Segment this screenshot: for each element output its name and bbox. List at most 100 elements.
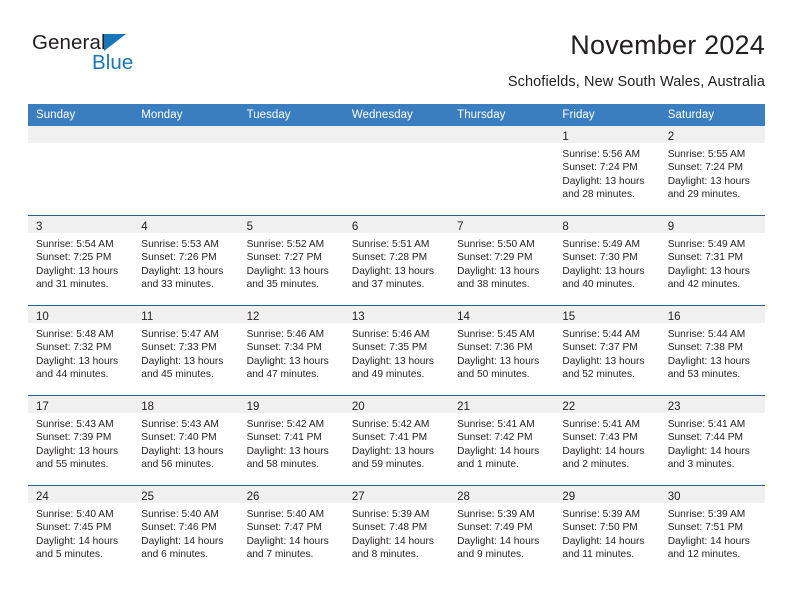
sunrise-text: Sunrise: 5:40 AM [246, 509, 325, 520]
daylight-text-line2: and 5 minutes. [36, 549, 103, 561]
daylight-text-line2: and 31 minutes. [36, 279, 109, 291]
daylight-text-line2: and 3 minutes. [667, 459, 735, 471]
calendar-week-row: 10 Sunrise: 5:48 AM Sunset: 7:32 PM Dayligh… [28, 305, 765, 396]
weekday-header-saturday: Saturday [659, 104, 765, 126]
calendar-day-cell[interactable]: 2 Sunrise: 5:55 AM Sunset: 7:24 PM Daylight… [659, 126, 765, 216]
calendar-day-cell[interactable]: 10 Sunrise: 5:48 AM Sunset: 7:32 PM Dayligh… [28, 305, 134, 396]
calendar-day-cell[interactable]: 14 Sunrise: 5:45 AM Sunset: 7:36 PM Dayligh… [449, 305, 555, 396]
calendar-day-cell[interactable]: 27 Sunrise: 5:39 AM Sunset: 7:48 PM Dayligh… [343, 485, 450, 575]
day-details: Sunrise: 5:53 AM Sunset: 7:26 PM Daylight:… [133, 233, 238, 292]
day-number: 18 [141, 401, 155, 413]
calendar-day-cell[interactable]: 29 Sunrise: 5:39 AM Sunset: 7:50 PM Dayligh… [554, 485, 660, 575]
sunset-text: Sunset: 7:24 PM [562, 162, 638, 174]
calendar-day-cell[interactable]: 26 Sunrise: 5:40 AM Sunset: 7:47 PM Dayligh… [238, 485, 344, 575]
sunrise-text: Sunrise: 5:39 AM [667, 509, 746, 520]
daylight-text-line2: and 33 minutes. [141, 279, 214, 291]
calendar-day-cell[interactable]: 23 Sunrise: 5:41 AM Sunset: 7:44 PM Dayligh… [659, 395, 765, 486]
calendar-day-cell[interactable]: 19 Sunrise: 5:42 AM Sunset: 7:41 PM Dayligh… [238, 395, 344, 486]
calendar-day-cell[interactable]: 6 Sunrise: 5:51 AM Sunset: 7:28 PM Daylight… [343, 215, 450, 306]
sunrise-text: Sunrise: 5:46 AM [351, 329, 430, 340]
day-details: Sunrise: 5:39 AM Sunset: 7:50 PM Daylight:… [554, 503, 659, 562]
calendar-day-cell[interactable]: 12 Sunrise: 5:46 AM Sunset: 7:34 PM Dayligh… [238, 305, 344, 396]
calendar-day-cell[interactable]: 13 Sunrise: 5:46 AM Sunset: 7:35 PM Dayligh… [343, 305, 450, 396]
calendar-day-cell[interactable]: 22 Sunrise: 5:41 AM Sunset: 7:43 PM Dayligh… [554, 395, 660, 486]
calendar-week-row: 3 Sunrise: 5:54 AM Sunset: 7:25 PM Daylight… [28, 215, 765, 306]
day-number: 28 [457, 491, 470, 503]
sunrise-text: Sunrise: 5:40 AM [141, 509, 219, 520]
day-number-band: 8 [554, 216, 660, 233]
calendar-day-cell[interactable]: 4 Sunrise: 5:53 AM Sunset: 7:26 PM Daylight… [133, 215, 239, 306]
calendar-day-cell[interactable]: 30 Sunrise: 5:39 AM Sunset: 7:51 PM Dayligh… [659, 485, 765, 575]
sunrise-text: Sunrise: 5:52 AM [246, 239, 325, 250]
calendar-day-cell[interactable]: 16 Sunrise: 5:44 AM Sunset: 7:38 PM Dayligh… [659, 305, 765, 396]
sunset-text: Sunset: 7:47 PM [246, 522, 322, 534]
calendar-day-cell[interactable]: 18 Sunrise: 5:43 AM Sunset: 7:40 PM Dayligh… [133, 395, 239, 486]
daylight-text-line1: Daylight: 13 hours [141, 355, 224, 367]
sunrise-text: Sunrise: 5:39 AM [457, 509, 535, 520]
day-number: 24 [36, 491, 49, 503]
calendar-day-cell[interactable]: 1 Sunrise: 5:56 AM Sunset: 7:24 PM Daylight… [554, 126, 660, 216]
sunrise-text: Sunrise: 5:40 AM [36, 509, 114, 520]
calendar-day-cell[interactable]: 17 Sunrise: 5:43 AM Sunset: 7:39 PM Dayligh… [28, 395, 134, 486]
calendar-day-cell[interactable]: 15 Sunrise: 5:44 AM Sunset: 7:37 PM Dayligh… [554, 305, 660, 396]
sunset-text: Sunset: 7:35 PM [351, 342, 428, 354]
daylight-text-line1: Daylight: 14 hours [36, 535, 119, 547]
day-number-band: 23 [659, 396, 765, 413]
day-number: 6 [351, 221, 359, 233]
day-number: 16 [667, 311, 681, 323]
sunset-text: Sunset: 7:34 PM [246, 342, 322, 354]
calendar-day-cell[interactable]: 11 Sunrise: 5:47 AM Sunset: 7:33 PM Dayligh… [133, 305, 239, 396]
daylight-text-line1: Daylight: 13 hours [351, 265, 434, 277]
day-number-band: 10 [28, 306, 134, 323]
daylight-text-line2: and 2 minutes. [562, 459, 630, 471]
daylight-text-line1: Daylight: 13 hours [246, 445, 329, 457]
day-number-band: 7 [449, 216, 555, 233]
weekday-header-friday: Friday [554, 104, 660, 126]
daylight-text-line1: Daylight: 13 hours [457, 355, 540, 367]
day-details [239, 143, 344, 148]
calendar-day-cell[interactable]: 9 Sunrise: 5:49 AM Sunset: 7:31 PM Daylight… [659, 215, 765, 306]
day-number-band: 25 [133, 486, 239, 503]
sunset-text: Sunset: 7:24 PM [667, 162, 744, 174]
calendar-table: Sunday Monday Tuesday Wednesday Thursday… [28, 104, 765, 575]
calendar-day-cell[interactable]: 21 Sunrise: 5:41 AM Sunset: 7:42 PM Dayligh… [449, 395, 555, 486]
daylight-text-line1: Daylight: 13 hours [667, 265, 750, 277]
sunset-text: Sunset: 7:29 PM [457, 252, 533, 264]
calendar-day-cell[interactable]: 28 Sunrise: 5:39 AM Sunset: 7:49 PM Dayligh… [449, 485, 555, 575]
day-number-band [238, 126, 344, 143]
sunset-text: Sunset: 7:38 PM [667, 342, 744, 354]
day-number: 26 [246, 491, 260, 503]
calendar-day-cell[interactable]: 24 Sunrise: 5:40 AM Sunset: 7:45 PM Dayligh… [28, 485, 134, 575]
day-details: Sunrise: 5:42 AM Sunset: 7:41 PM Daylight:… [344, 413, 449, 472]
day-number: 3 [36, 221, 43, 233]
calendar-day-cell[interactable]: 8 Sunrise: 5:49 AM Sunset: 7:30 PM Daylight… [554, 215, 660, 306]
daylight-text-line1: Daylight: 14 hours [457, 445, 540, 457]
daylight-text-line1: Daylight: 13 hours [562, 355, 645, 367]
day-details: Sunrise: 5:55 AM Sunset: 7:24 PM Daylight:… [660, 143, 765, 202]
sunset-text: Sunset: 7:43 PM [562, 432, 638, 444]
day-number-band [449, 126, 555, 143]
brand-logo[interactable]: General Blue [28, 32, 228, 88]
calendar-day-cell[interactable]: 5 Sunrise: 5:52 AM Sunset: 7:27 PM Daylight… [238, 215, 344, 306]
daylight-text-line2: and 11 minutes. [562, 549, 635, 561]
calendar-day-cell[interactable]: 3 Sunrise: 5:54 AM Sunset: 7:25 PM Daylight… [28, 215, 134, 306]
daylight-text-line1: Daylight: 14 hours [667, 535, 750, 547]
calendar-day-cell[interactable]: 7 Sunrise: 5:50 AM Sunset: 7:29 PM Daylight… [449, 215, 555, 306]
day-details: Sunrise: 5:56 AM Sunset: 7:24 PM Daylight:… [554, 143, 659, 202]
daylight-text-line2: and 55 minutes. [36, 459, 109, 471]
daylight-text-line2: and 52 minutes. [562, 369, 635, 381]
calendar-day-cell[interactable]: 25 Sunrise: 5:40 AM Sunset: 7:46 PM Dayligh… [133, 485, 239, 575]
daylight-text-line1: Daylight: 13 hours [457, 265, 540, 277]
sunset-text: Sunset: 7:41 PM [351, 432, 428, 444]
day-number-band: 19 [238, 396, 344, 413]
daylight-text-line1: Daylight: 13 hours [141, 265, 224, 277]
day-number-band: 5 [238, 216, 344, 233]
daylight-text-line2: and 47 minutes. [246, 369, 320, 381]
calendar-day-cell[interactable]: 20 Sunrise: 5:42 AM Sunset: 7:41 PM Dayligh… [343, 395, 450, 486]
daylight-text-line2: and 7 minutes. [246, 549, 314, 561]
day-number: 15 [562, 311, 576, 323]
weekday-header-sunday: Sunday [28, 104, 134, 126]
sunset-text: Sunset: 7:40 PM [141, 432, 217, 444]
daylight-text-line1: Daylight: 14 hours [141, 535, 224, 547]
sunrise-text: Sunrise: 5:41 AM [667, 419, 746, 430]
